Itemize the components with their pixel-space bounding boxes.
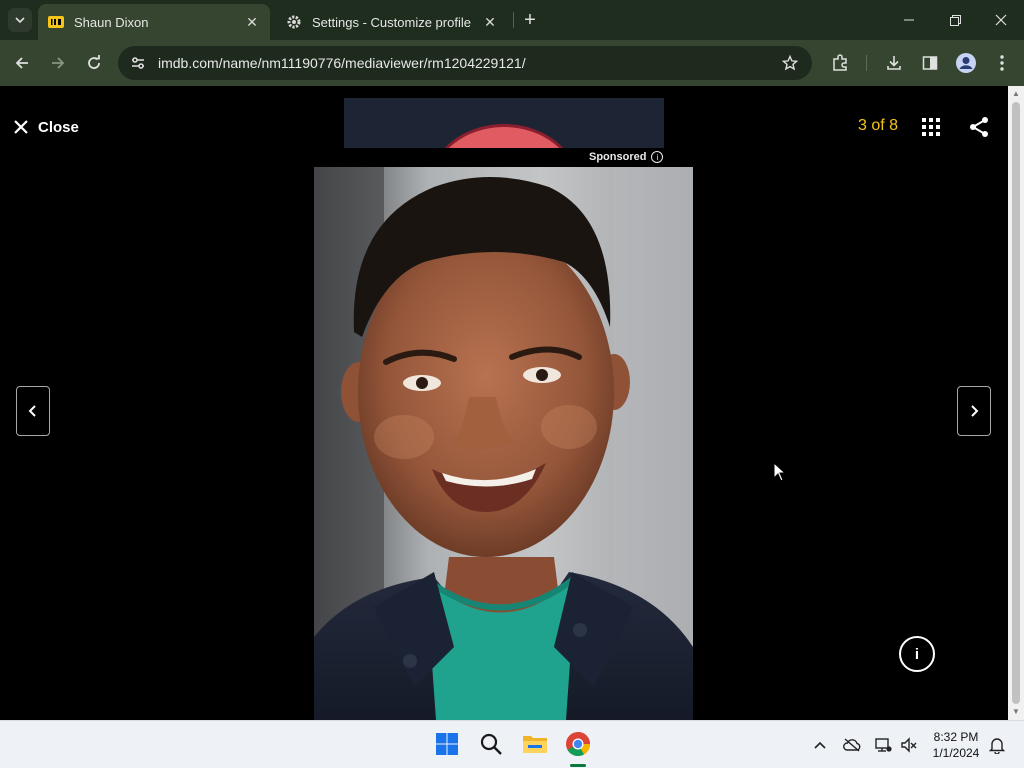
bell-icon [989,738,1005,754]
tune-icon [132,57,144,69]
extensions-button[interactable] [828,51,852,75]
cloud-off-icon [843,738,861,752]
sponsored-text: Sponsored [589,151,647,163]
image-counter: 3 of 8 [858,117,899,134]
chrome-icon [566,732,590,757]
imdb-icon [48,16,64,28]
next-image-button[interactable] [957,386,991,436]
scroll-down-icon[interactable]: ▼ [1012,708,1020,716]
folder-icon [523,736,547,753]
page-scrollbar[interactable]: ▲ ▼ [1008,86,1024,720]
tab-strip: Shaun Dixon ✕ Settings - Customize profi… [0,0,1024,40]
restore-icon [949,14,961,26]
reload-icon [88,55,100,69]
menu-button[interactable] [990,51,1014,75]
ad-info-icon[interactable]: i [651,151,664,163]
onedrive-tray-button[interactable] [842,735,862,755]
close-icon [14,120,28,134]
chevron-right-icon [971,405,979,417]
minimize-button[interactable] [886,0,932,40]
downloads-button[interactable] [882,51,906,75]
search-icon [480,733,502,755]
download-icon [887,56,901,70]
close-label: Close [38,118,79,136]
arrow-right-icon [52,57,65,69]
taskbar: 8:32 PM 1/1/2024 [0,720,1024,768]
new-tab-button[interactable]: + [520,9,540,31]
toolbar-separator [866,55,867,71]
volume-tray-button[interactable] [899,735,919,755]
network-icon [875,738,892,752]
chrome-taskbar-button[interactable] [563,729,593,759]
sponsored-ad[interactable] [344,98,664,148]
address-bar[interactable]: imdb.com/name/nm11190776/mediaviewer/rm1… [118,46,812,80]
minimize-icon [904,19,914,21]
tab-settings[interactable]: Settings - Customize profile ✕ [276,4,508,40]
site-info-button[interactable] [124,49,152,77]
close-viewer-button[interactable]: Close [14,116,79,138]
side-panel-button[interactable] [918,51,942,75]
close-icon [995,14,1007,26]
system-clock[interactable]: 8:32 PM 1/1/2024 [924,729,988,761]
close-tab-icon[interactable]: ✕ [244,14,260,30]
info-icon: i [914,645,920,663]
ad-graphic [430,124,578,148]
show-hidden-icons-button[interactable] [810,735,830,755]
tab-title: Shaun Dixon [74,14,149,30]
clock-time: 8:32 PM [933,730,979,744]
back-button[interactable] [10,51,34,75]
forward-button[interactable] [46,51,70,75]
mouse-cursor-icon [773,462,787,482]
image-info-button[interactable]: i [899,636,935,672]
star-icon [782,55,798,71]
tab-title: Settings - Customize profile [312,14,471,30]
previous-image-button[interactable] [16,386,50,436]
restore-button[interactable] [932,0,978,40]
puzzle-icon [833,54,847,71]
active-app-indicator [570,764,586,767]
clock-date: 1/1/2024 [932,746,980,760]
scroll-up-icon[interactable]: ▲ [1012,90,1020,98]
close-tab-icon[interactable]: ✕ [482,14,498,30]
chevron-up-icon [814,741,826,749]
bookmark-button[interactable] [776,49,804,77]
network-tray-button[interactable] [873,735,893,755]
notifications-button[interactable] [987,735,1007,755]
chevron-down-icon [15,17,25,24]
more-vert-icon [1000,55,1004,71]
tab-shaun-dixon[interactable]: Shaun Dixon ✕ [38,4,270,40]
media-viewer: Close Sponsored i 3 of 8 i [0,86,1008,720]
share-icon[interactable] [968,116,990,138]
scrollbar-thumb[interactable] [1012,102,1020,704]
start-button[interactable] [432,729,462,759]
side-panel-icon [922,56,938,70]
gallery-grid-icon[interactable] [922,118,940,136]
tab-divider [513,12,514,28]
portrait-photo [314,167,693,720]
gear-icon [287,15,301,29]
volume-muted-icon [901,737,917,753]
tab-search-button[interactable] [8,8,32,32]
profile-button[interactable] [954,51,978,75]
portrait-illustration [314,167,693,720]
browser-toolbar: imdb.com/name/nm11190776/mediaviewer/rm1… [0,40,1024,86]
search-button[interactable] [476,729,506,759]
reload-button[interactable] [82,51,106,75]
sponsored-label: Sponsored i [589,151,664,163]
arrow-left-icon [15,57,28,69]
avatar-icon [956,53,976,73]
windows-icon [436,733,458,755]
file-explorer-button[interactable] [520,729,550,759]
url-text[interactable]: imdb.com/name/nm11190776/mediaviewer/rm1… [158,55,776,71]
chevron-left-icon [28,405,36,417]
close-window-button[interactable] [978,0,1024,40]
